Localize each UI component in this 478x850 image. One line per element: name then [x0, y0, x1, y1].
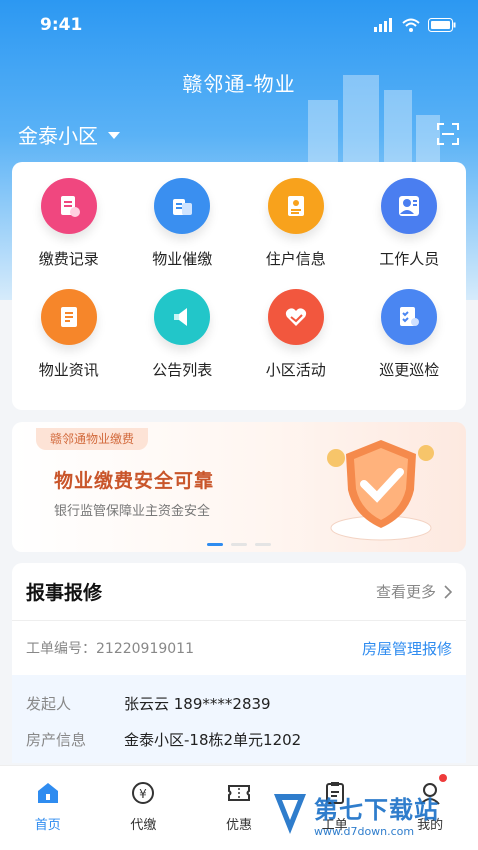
tab-label: 代缴: [130, 818, 157, 833]
watermark-text: 第七下载站: [314, 796, 439, 824]
info-value: 金泰小区-18栋2单元1202: [124, 730, 302, 749]
service-activity[interactable]: 小区活动: [239, 289, 353, 400]
info-key: 发起人: [26, 694, 72, 713]
news-icon: [40, 289, 97, 345]
app-title: 赣邻通-物业: [182, 72, 296, 96]
service-label: 物业资讯: [38, 361, 99, 379]
status-bar: 9:41: [0, 0, 478, 50]
watermark-url: www.d7down.com: [314, 825, 415, 838]
service-payment-reminder[interactable]: 物业催缴: [126, 178, 240, 289]
community-selector[interactable]: 金泰小区: [18, 120, 120, 149]
tab-label: 首页: [34, 818, 61, 833]
banner-pagination: [12, 543, 466, 546]
tab-label: 优惠: [225, 818, 252, 833]
view-more-label: 查看更多: [375, 583, 436, 601]
pagination-dot[interactable]: [255, 543, 271, 546]
service-payment-record[interactable]: 缴费记录: [12, 178, 126, 289]
battery-icon: [428, 18, 456, 32]
info-key: 房产信息: [26, 730, 87, 749]
dropdown-arrow-icon: [108, 131, 120, 139]
service-patrol[interactable]: 巡更巡检: [353, 289, 467, 400]
service-label: 工作人员: [379, 250, 440, 268]
wifi-icon: [402, 18, 420, 32]
pagination-dot[interactable]: [231, 543, 247, 546]
watermark-logo-icon: [274, 794, 306, 834]
view-more-link[interactable]: 查看更多: [376, 581, 452, 602]
scan-icon[interactable]: [436, 122, 460, 146]
order-details: 发起人 张云云 189****2839 房产信息 金泰小区-18栋2单元1202: [12, 675, 466, 763]
coupon-icon: [224, 778, 254, 808]
banner-title: 物业缴费安全可靠: [54, 470, 215, 492]
banner-subtitle: 银行监管保障业主资金安全: [54, 504, 211, 519]
section-title: 报事报修: [26, 582, 103, 604]
services-grid: 缴费记录 物业催缴 住户信息 工作人员 物业资讯 公告列表 小区活动 巡更巡检: [12, 162, 466, 410]
service-staff[interactable]: 工作人员: [353, 178, 467, 289]
work-order-row[interactable]: 工单编号：21220919011 房屋管理报修: [12, 621, 466, 675]
staff-icon: [381, 178, 438, 234]
service-resident-info[interactable]: 住户信息: [239, 178, 353, 289]
pagination-dot[interactable]: [207, 543, 223, 546]
notification-dot: [439, 774, 448, 782]
announcement-icon: [154, 289, 211, 345]
service-label: 住户信息: [265, 250, 326, 268]
svg-text:¥: ¥: [140, 787, 148, 801]
order-number: 工单编号：21220919011: [26, 641, 194, 657]
activity-icon: [267, 289, 324, 345]
chevron-right-icon: [444, 584, 452, 599]
service-label: 缴费记录: [38, 250, 99, 268]
order-type: 房屋管理报修: [361, 639, 452, 658]
repair-section: 报事报修 查看更多 工单编号：21220919011 房屋管理报修 发起人 张云…: [12, 563, 466, 763]
signal-icon: [374, 18, 392, 32]
service-label: 物业催缴: [152, 250, 213, 268]
shield-check-illustration: [327, 440, 434, 541]
info-value: 张云云 189****2839: [124, 694, 271, 713]
service-label: 公告列表: [152, 361, 213, 379]
payment-reminder-icon: [154, 178, 211, 234]
patrol-icon: [381, 289, 438, 345]
service-announcement[interactable]: 公告列表: [126, 289, 240, 400]
status-time: 9:41: [40, 15, 83, 35]
service-label: 小区活动: [265, 361, 326, 379]
payment-record-icon: [40, 178, 97, 234]
tab-home[interactable]: 首页: [3, 778, 93, 850]
banner-tag: 赣邻通物业缴费: [36, 428, 149, 450]
pay-icon: ¥: [128, 778, 158, 808]
promo-banner[interactable]: 赣邻通物业缴费 物业缴费安全可靠 银行监管保障业主资金安全: [12, 422, 466, 552]
home-icon: [33, 778, 63, 808]
service-label: 巡更巡检: [379, 361, 440, 379]
tab-pay[interactable]: ¥ 代缴: [98, 778, 188, 850]
watermark: 第七下载站 www.d7down.com: [270, 784, 470, 844]
community-name: 金泰小区: [18, 123, 98, 148]
resident-info-icon: [267, 178, 324, 234]
service-news[interactable]: 物业资讯: [12, 289, 126, 400]
